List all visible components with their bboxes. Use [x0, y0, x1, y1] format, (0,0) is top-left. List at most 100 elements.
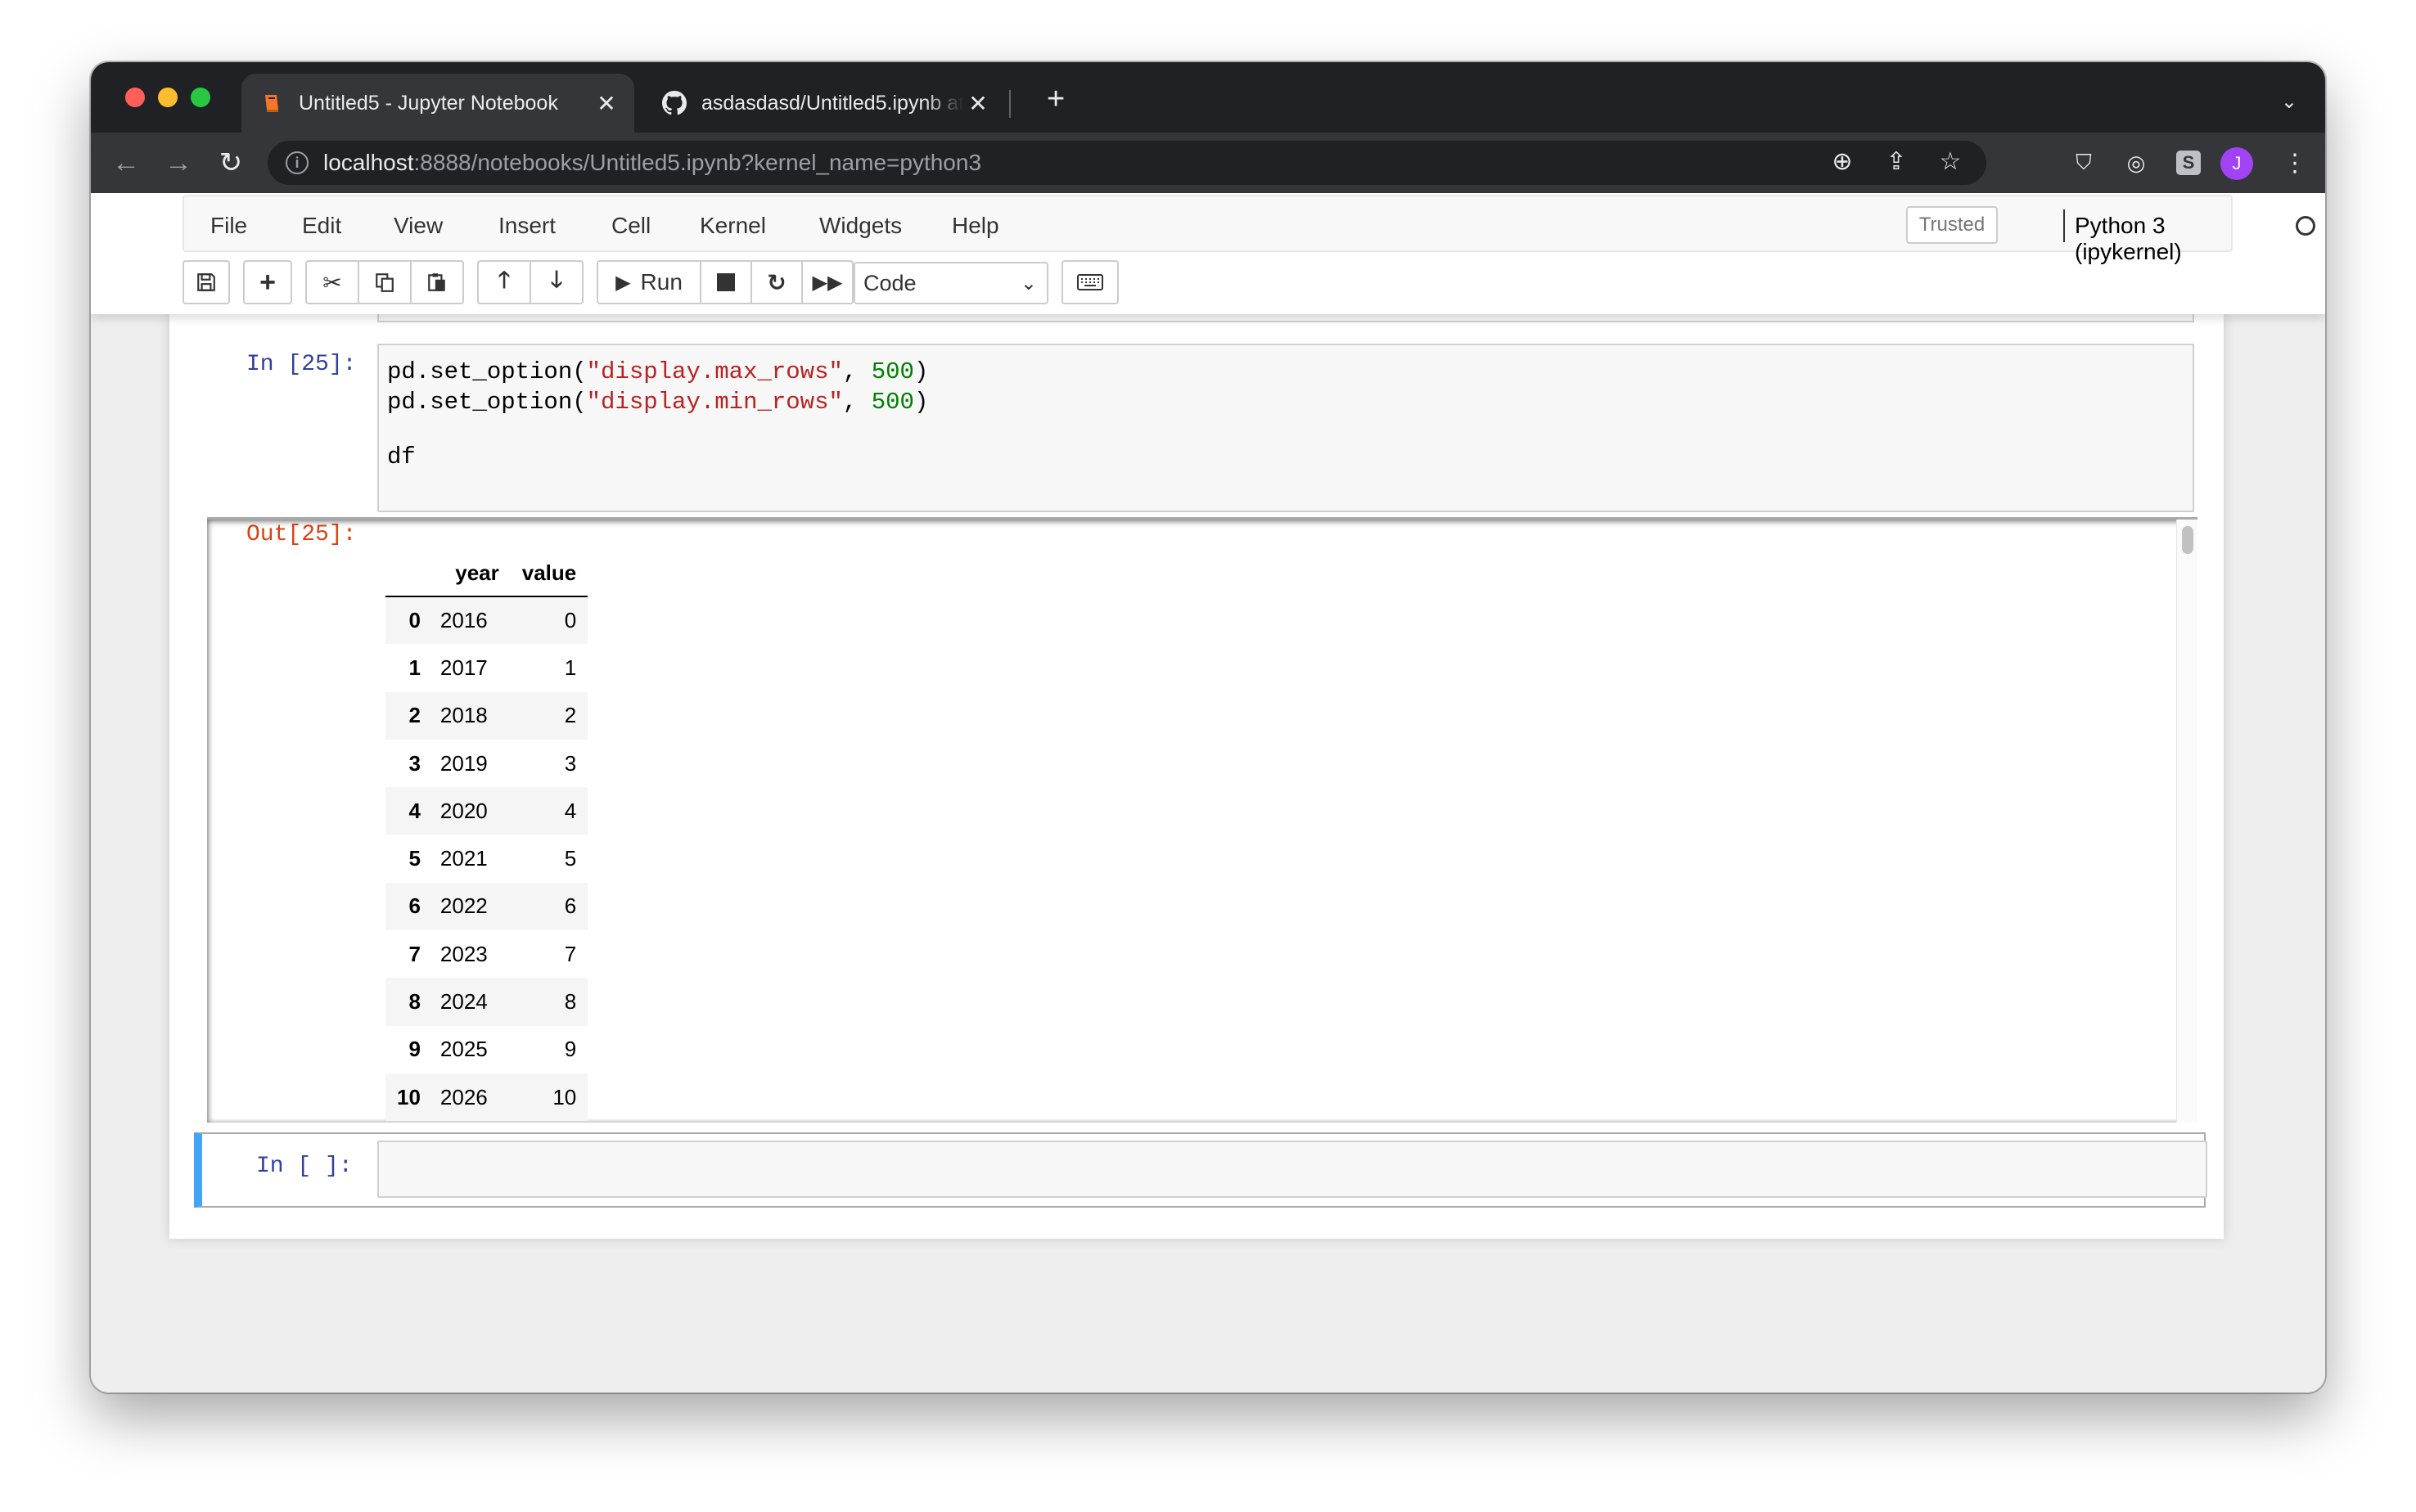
menu-view[interactable]: View — [394, 213, 443, 239]
profile-avatar[interactable]: J — [2220, 147, 2253, 180]
code-line: pd.set_option("display.min_rows", 500) — [387, 387, 2184, 417]
menu-file[interactable]: File — [210, 213, 247, 239]
row-index: 5 — [408, 846, 421, 871]
cell-type-select[interactable]: Code ⌄ — [854, 262, 1048, 304]
menu-edit[interactable]: Edit — [302, 213, 341, 239]
menu-help[interactable]: Help — [952, 213, 999, 239]
code-cell-input[interactable]: pd.set_option("display.max_rows", 500) pd… — [377, 344, 2194, 512]
paste-button[interactable] — [410, 260, 464, 304]
reload-icon[interactable]: ↻ — [214, 146, 248, 180]
copy-icon — [376, 273, 394, 292]
dataframe-table: year value 0 2016 0 1 2017 1 2 2018 2 3 2019 3 4 2020… — [385, 556, 588, 1122]
eye-extension-icon[interactable]: ◎ — [2121, 147, 2152, 178]
row-index: 6 — [408, 893, 421, 919]
notebook-container: In [25]: pd.set_option("display.max_rows… — [169, 314, 2224, 1239]
empty-code-input[interactable] — [377, 1141, 2207, 1198]
tab-search-chevron-icon[interactable]: ⌄ — [2281, 90, 2297, 114]
paste-icon — [428, 273, 445, 291]
value-cell: 1 — [564, 655, 577, 680]
command-palette-button[interactable] — [1062, 260, 1119, 304]
code-token: pd.set_option( — [387, 389, 587, 416]
kernel-name[interactable]: Python 3 (ipykernel) — [2075, 213, 2231, 265]
table-row: 8 2024 8 — [385, 978, 588, 1026]
stop-icon — [717, 273, 735, 291]
table-row: 7 2023 7 — [385, 930, 588, 978]
tab-jupyter-notebook[interactable]: Untitled5 - Jupyter Notebook ✕ — [241, 74, 634, 133]
move-down-button[interactable]: 🡓 — [530, 260, 584, 304]
minimize-window-button[interactable] — [158, 88, 178, 107]
year-cell: 2024 — [439, 989, 488, 1015]
restart-run-all-button[interactable]: ▶▶ — [801, 260, 854, 304]
row-index: 2 — [408, 703, 421, 728]
s-extension-icon[interactable]: S — [2176, 151, 2201, 175]
value-cell: 3 — [564, 750, 577, 776]
tab-label: Untitled5 - Jupyter Notebook — [299, 91, 558, 115]
string-token: "display.max_rows" — [586, 358, 843, 385]
value-cell: 9 — [564, 1037, 577, 1062]
new-tab-icon[interactable]: + — [1047, 83, 1065, 115]
zoom-window-button[interactable] — [191, 88, 210, 107]
restart-icon: ↻ — [767, 269, 787, 295]
chevron-down-icon: ⌄ — [1020, 272, 1037, 295]
tab-github[interactable]: asdasdasd/Untitled5.ipynb at ma ✕ — [646, 74, 1006, 133]
year-cell: 2017 — [439, 655, 488, 680]
row-index: 4 — [408, 798, 421, 823]
value-cell: 5 — [564, 846, 577, 871]
code-token: pd.set_option( — [387, 358, 587, 385]
cut-button[interactable]: ✂ — [305, 260, 359, 304]
table-row: 2 2018 2 — [385, 691, 588, 740]
menu-widgets[interactable]: Widgets — [819, 213, 902, 239]
github-icon — [662, 91, 687, 115]
address-bar[interactable]: i localhost:8888/notebooks/Untitled5.ipy… — [268, 141, 1986, 185]
copy-button[interactable] — [358, 260, 412, 304]
run-button[interactable]: ▶ Run — [597, 260, 701, 304]
code-token: df — [387, 443, 416, 470]
year-cell: 2016 — [439, 608, 488, 633]
plus-icon: + — [259, 266, 276, 298]
close-window-button[interactable] — [125, 88, 145, 107]
site-info-icon[interactable]: i — [286, 151, 309, 174]
share-icon[interactable]: ⇪ — [1880, 147, 1913, 176]
tab-label: asdasdasd/Untitled5.ipynb at ma — [701, 91, 963, 115]
scrollbar-thumb[interactable] — [2182, 526, 2193, 554]
menu-insert[interactable]: Insert — [498, 213, 556, 239]
bookmark-star-icon[interactable]: ☆ — [1934, 147, 1967, 176]
menu-bar: File Edit View Insert Cell Kernel Widget… — [183, 195, 2315, 264]
code-line: df — [387, 442, 2184, 472]
table-header-row: year value — [385, 556, 588, 597]
number-token: 500 — [871, 389, 914, 416]
back-arrow-icon[interactable]: ← — [109, 146, 143, 180]
url-path: :8888/notebooks/Untitled5.ipynb?kernel_n… — [413, 150, 982, 175]
close-tab-icon[interactable]: ✕ — [963, 90, 993, 117]
restart-kernel-button[interactable]: ↻ — [750, 260, 803, 304]
close-tab-icon[interactable]: ✕ — [592, 90, 621, 117]
move-up-button[interactable]: 🡑 — [477, 260, 531, 304]
table-row: 1 2017 1 — [385, 644, 588, 691]
browser-menu-icon[interactable]: ⋮ — [2283, 149, 2307, 178]
trusted-badge[interactable]: Trusted — [1906, 206, 1998, 244]
year-cell: 2026 — [439, 1084, 488, 1109]
selected-code-cell[interactable]: In [ ]: — [194, 1132, 2207, 1208]
save-button[interactable] — [183, 260, 230, 304]
insert-cell-button[interactable]: + — [243, 260, 292, 304]
table-row: 9 2025 9 — [385, 1026, 588, 1073]
output-scrollbar[interactable] — [2176, 520, 2197, 1123]
output-scroll-area[interactable]: year value 0 2016 0 1 2017 1 2 2018 2 3 2019 3 4 2020… — [207, 517, 2197, 1123]
row-index: 9 — [408, 1037, 421, 1062]
forward-arrow-icon[interactable]: → — [161, 146, 196, 180]
value-cell: 4 — [564, 798, 577, 823]
arrow-up-icon: 🡑 — [498, 267, 511, 292]
value-cell: 6 — [564, 893, 577, 919]
code-token: ) — [913, 358, 929, 385]
menu-kernel[interactable]: Kernel — [700, 213, 766, 239]
shield-extension-icon[interactable]: ⛉ — [2068, 147, 2099, 178]
zoom-icon[interactable]: ⊕ — [1826, 147, 1859, 176]
menu-cell[interactable]: Cell — [611, 213, 651, 239]
year-cell: 2018 — [439, 703, 488, 728]
interrupt-button[interactable] — [700, 260, 752, 304]
table-row: 3 2019 3 — [385, 740, 588, 787]
tab-separator — [1009, 90, 1011, 118]
column-header: year — [431, 556, 511, 597]
tab-bar: Untitled5 - Jupyter Notebook ✕ asdasdasd… — [91, 62, 2325, 133]
play-icon: ▶ — [615, 271, 631, 294]
